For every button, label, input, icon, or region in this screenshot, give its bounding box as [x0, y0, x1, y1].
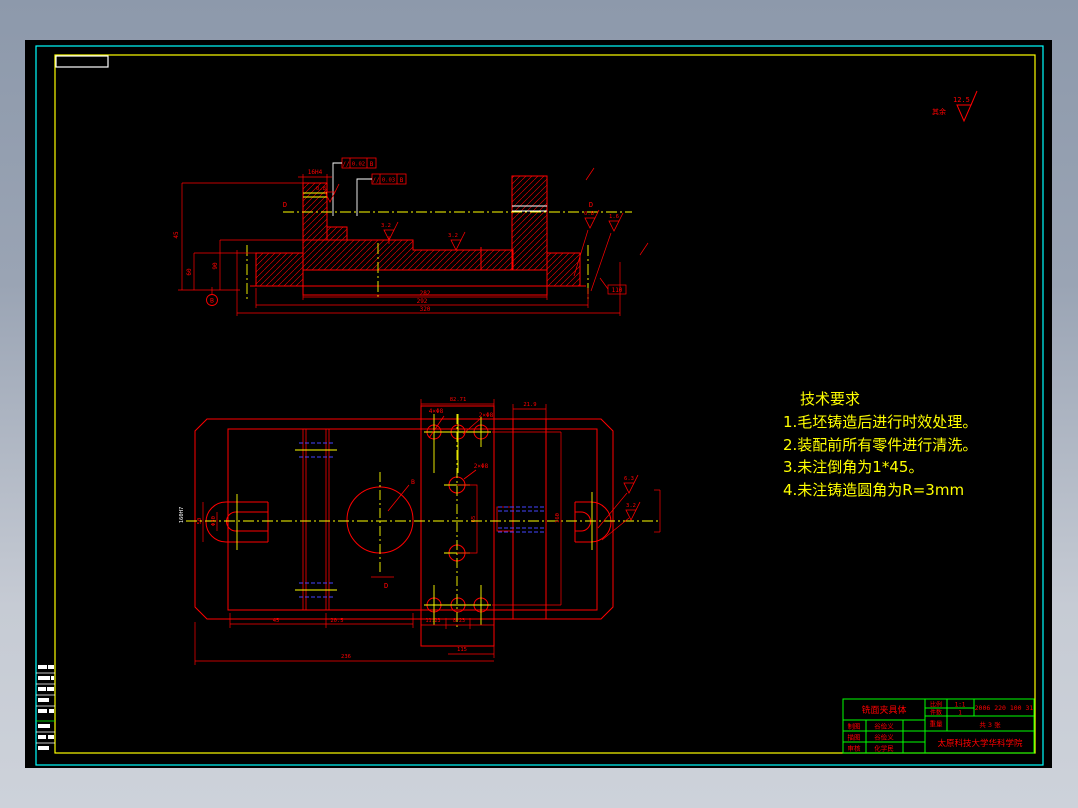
dim-bottom-2: 292 — [417, 298, 428, 305]
corner-label-box — [55, 55, 109, 68]
roughness-3: 3.2 — [448, 233, 458, 239]
dim-right: 110 — [612, 287, 623, 294]
dim-bottom-3: 320 — [420, 306, 431, 313]
dim-bottom-45: 45 — [273, 618, 280, 624]
school-name: 太原科技大学华科学院 — [937, 738, 1023, 749]
scale-value: 1:1 — [955, 702, 966, 709]
tol2-symbol: // — [372, 177, 380, 184]
tech-title: 技术要求 — [800, 390, 860, 408]
plan-roughness-2: 3.2 — [626, 503, 636, 509]
dim-boss-width: 16H4 — [308, 169, 323, 176]
dim-bottom-115: 115 — [457, 647, 467, 653]
tol2-value: 0.03 — [382, 178, 395, 184]
tol1-symbol: // — [342, 161, 350, 168]
tech-item-3: 3.未注倒角为1*45。 — [783, 458, 923, 476]
scale-label: 比例 — [930, 701, 942, 709]
cad-viewer: 16H4 45 60 90 282 292 320 110 B D D // 0… — [0, 0, 1078, 808]
dim-left-3: 90 — [212, 262, 219, 270]
hole-callout-1: 4×Φ8 — [429, 408, 444, 415]
tolerance-frame-2: // 0.03 B — [371, 173, 407, 185]
qty-value: 1 — [958, 710, 962, 717]
tech-item-1: 1.毛坯铸造后进行时效处理。 — [783, 413, 977, 431]
tol2-datum: B — [400, 177, 404, 184]
roughness-1: 0.8 — [316, 186, 326, 192]
tech-item-4: 4.未注铸造圆角为R=3mm — [783, 481, 964, 499]
cut-label-left: D — [283, 201, 287, 209]
dim-bottom-1: 282 — [420, 290, 431, 297]
surface-note-value: 12.5 — [953, 96, 970, 104]
circle-leader-label: B — [411, 478, 415, 486]
weight-label: 重量 — [930, 720, 944, 728]
dim-left-height: 160H7 — [179, 507, 185, 524]
row1-label: 制图 — [848, 722, 861, 731]
tol1-value: 0.02 — [352, 162, 365, 168]
row2-label: 描图 — [848, 733, 861, 742]
plan-roughness-1: 6.3 — [624, 476, 634, 482]
dim-left-1: 45 — [173, 231, 180, 239]
roughness-5: 1.6 — [609, 214, 619, 220]
tol1-datum: B — [370, 161, 374, 168]
roughness-4: 0.8 — [584, 211, 594, 217]
part-name: 铣面夹具体 — [861, 704, 906, 716]
hole-callout-3: 2×Φ8 — [474, 463, 489, 470]
dim-bottom-823: 8.23 — [453, 618, 465, 624]
dim-slot-50: 50 — [197, 518, 203, 525]
tolerance-frame-1: // 0.02 B — [341, 157, 377, 169]
datum-label: B — [210, 297, 214, 305]
dim-slot-30: Φ30 — [211, 516, 217, 526]
row3-name: 化学民 — [874, 744, 894, 753]
drawing-canvas[interactable]: 16H4 45 60 90 282 292 320 110 B D D // 0… — [0, 0, 1078, 808]
dim-bottom-1123: 11.23 — [425, 618, 440, 624]
dim-bottom-overall: 236 — [341, 654, 351, 660]
dim-bottom-205: 20.5 — [330, 618, 343, 624]
row2-name: 谷俭义 — [874, 733, 894, 742]
sheet-background — [25, 40, 1052, 768]
cut-label-right: D — [589, 201, 593, 209]
roughness-2: 3.2 — [381, 223, 391, 229]
cut-label-plan: D — [384, 582, 388, 590]
qty-label: 件数 — [930, 709, 942, 717]
row3-label: 审核 — [848, 744, 862, 753]
sheet-info: 共 3 张 — [979, 720, 1001, 729]
tech-item-2: 2.装配前所有零件进行清洗。 — [783, 436, 977, 454]
surface-note-prefix: 其余 — [932, 107, 946, 116]
dim-strip-width: 21.9 — [523, 402, 536, 408]
drawing-number: 2006 220 100 31 — [975, 704, 1034, 712]
dim-left-2: 60 — [186, 268, 193, 276]
hole-callout-2: 2×Φ8 — [479, 412, 494, 419]
dim-right-height: 160 — [555, 513, 561, 523]
row1-name: 谷俭义 — [874, 722, 894, 731]
dim-plate-width: 82.71 — [450, 397, 467, 403]
